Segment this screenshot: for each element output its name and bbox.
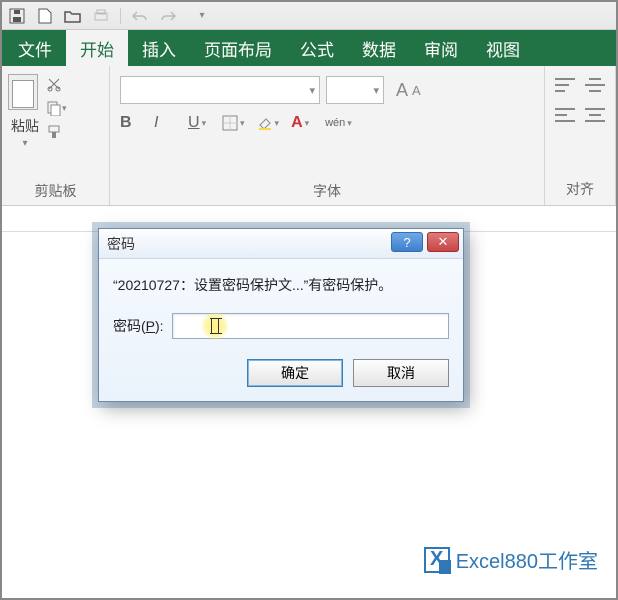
watermark-logo-icon: X (424, 547, 450, 573)
password-input-wrap (172, 313, 449, 339)
font-size-combo[interactable]: ▾ (326, 76, 384, 104)
dialog-message: “20210727：设置密码保护文...”有密码保护。 (113, 275, 449, 295)
group-clipboard: 粘贴 ▾ ▾ 剪贴板 (2, 66, 110, 205)
group-alignment: 对齐 (545, 66, 616, 205)
dialog-help-button[interactable]: ? (391, 232, 423, 252)
ok-button[interactable]: 确定 (247, 359, 343, 387)
tab-home[interactable]: 开始 (66, 30, 128, 66)
paste-label[interactable]: 粘贴 (11, 116, 39, 136)
border-button[interactable]: ▾ (222, 115, 245, 131)
tab-formulas[interactable]: 公式 (286, 30, 348, 66)
watermark-text: Excel880工作室 (456, 545, 598, 574)
group-label-font: 字体 (116, 179, 538, 203)
underline-button[interactable]: U▾ (188, 114, 210, 132)
cut-icon[interactable] (46, 76, 67, 92)
format-painter-icon[interactable] (46, 124, 67, 140)
italic-button[interactable]: I (154, 114, 176, 132)
paste-icon[interactable] (8, 74, 42, 114)
align-left-icon[interactable] (555, 108, 575, 122)
group-font: ▾ ▾ A A B I U▾ ▾ ▾ A▾ wén▾ 字体 (110, 66, 545, 205)
undo-icon[interactable] (131, 7, 149, 25)
tab-view[interactable]: 视图 (472, 30, 534, 66)
tab-data[interactable]: 数据 (348, 30, 410, 66)
font-name-combo[interactable]: ▾ (120, 76, 320, 104)
tab-file[interactable]: 文件 (4, 30, 66, 66)
redo-icon[interactable] (159, 7, 177, 25)
dialog-titlebar: 密码 ? ✕ (99, 229, 463, 259)
new-file-icon[interactable] (36, 7, 54, 25)
copy-icon[interactable]: ▾ (46, 100, 67, 116)
phonetic-button[interactable]: wén▾ (325, 117, 352, 129)
tab-page-layout[interactable]: 页面布局 (190, 30, 286, 66)
fill-color-button[interactable]: ▾ (257, 115, 280, 131)
ribbon: 粘贴 ▾ ▾ 剪贴板 ▾ ▾ A A B I (2, 66, 616, 206)
group-label-align: 对齐 (555, 177, 605, 201)
align-center-icon[interactable] (585, 108, 605, 122)
watermark: X Excel880工作室 (424, 545, 598, 574)
password-input[interactable] (173, 314, 448, 338)
quick-print-icon[interactable] (92, 7, 110, 25)
align-top-icon[interactable] (555, 78, 575, 92)
group-label-clipboard: 剪贴板 (8, 179, 103, 203)
qat-customize-icon[interactable]: ▾ (193, 7, 211, 25)
separator (120, 8, 121, 24)
align-middle-icon[interactable] (585, 78, 605, 92)
tab-review[interactable]: 审阅 (410, 30, 472, 66)
password-dialog: 密码 ? ✕ “20210727：设置密码保护文...”有密码保护。 密码(P)… (98, 228, 464, 402)
bold-button[interactable]: B (120, 114, 142, 132)
font-color-button[interactable]: A▾ (291, 114, 313, 132)
save-icon[interactable] (8, 7, 26, 25)
password-label: 密码(P): (113, 316, 164, 336)
paste-dropdown-icon[interactable]: ▾ (22, 138, 27, 149)
increase-font-icon[interactable]: A (396, 80, 408, 101)
tab-insert[interactable]: 插入 (128, 30, 190, 66)
dialog-title-text: 密码 (107, 234, 135, 254)
decrease-font-icon[interactable]: A (412, 83, 421, 98)
ribbon-tabs: 文件 开始 插入 页面布局 公式 数据 审阅 视图 (2, 30, 616, 66)
cancel-button[interactable]: 取消 (353, 359, 449, 387)
open-file-icon[interactable] (64, 7, 82, 25)
quick-access-toolbar: ▾ (2, 2, 616, 30)
dialog-close-button[interactable]: ✕ (427, 232, 459, 252)
